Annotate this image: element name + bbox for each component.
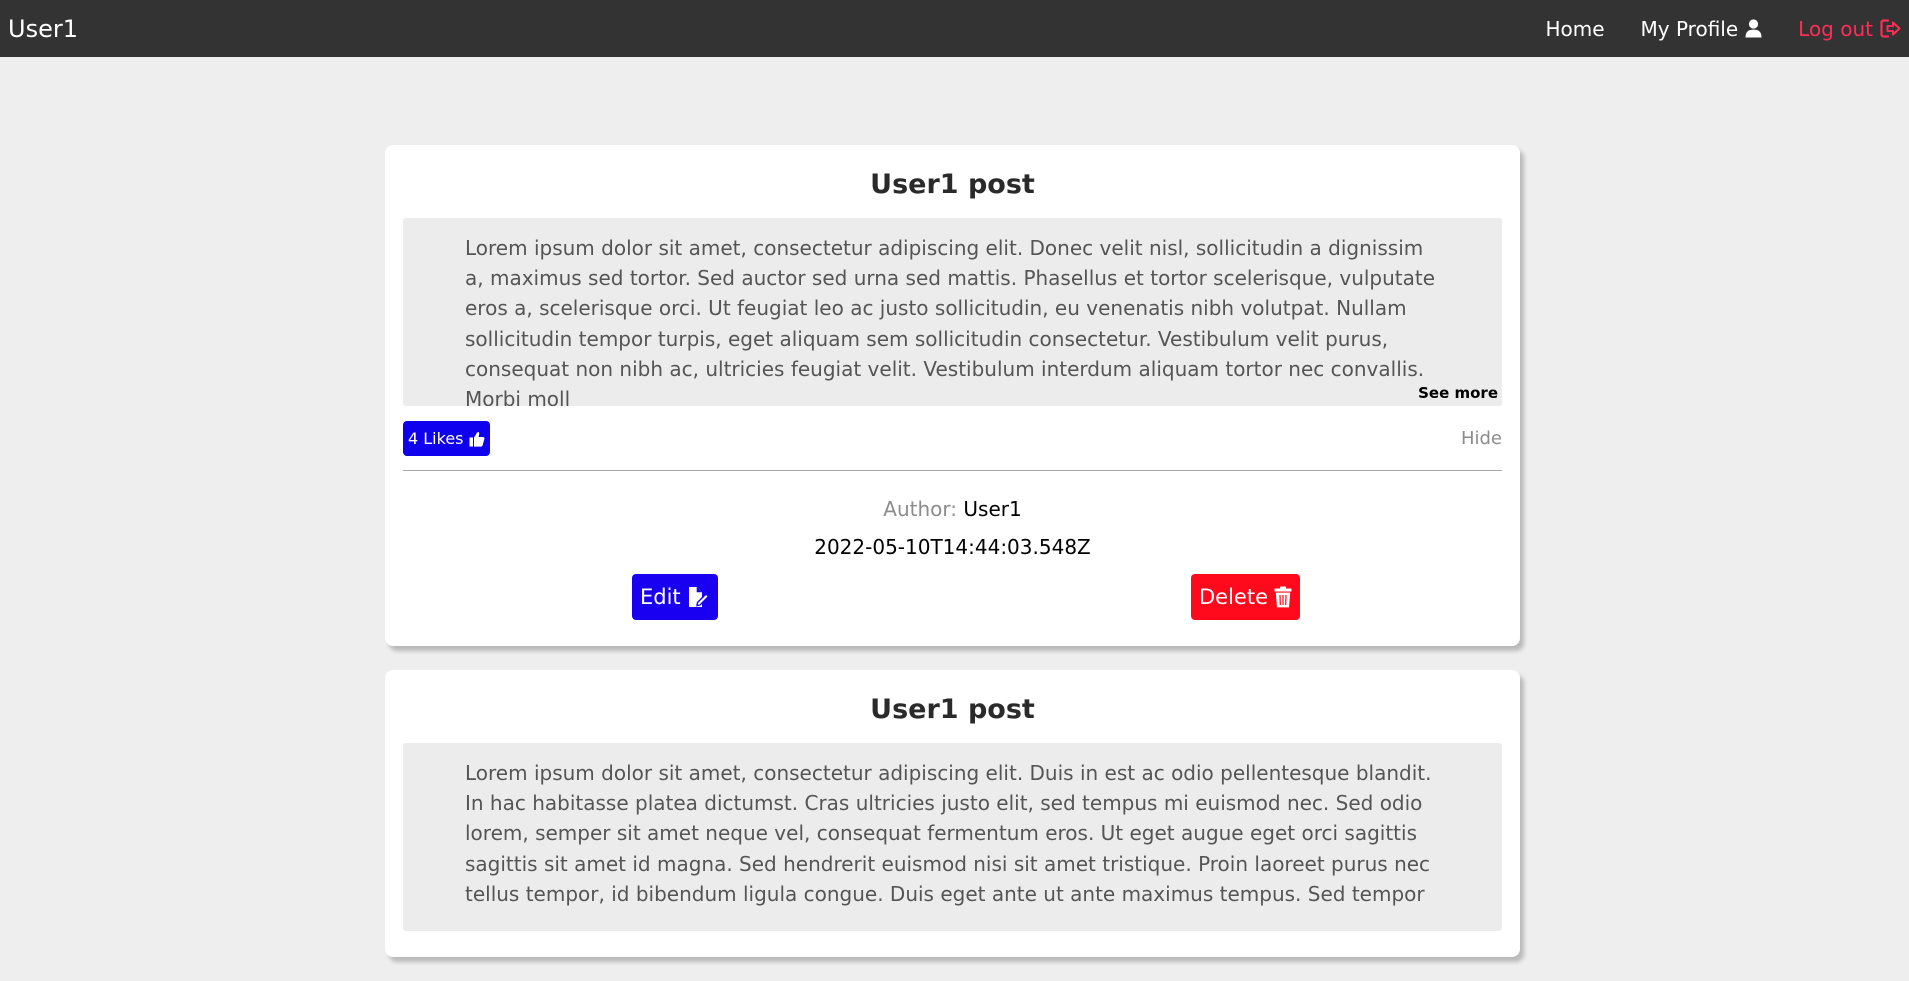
edit-button-label: Edit xyxy=(640,585,681,609)
edit-button[interactable]: Edit xyxy=(632,574,718,620)
post-title: User1 post xyxy=(403,171,1502,198)
nav-home-link[interactable]: Home xyxy=(1545,17,1604,41)
edit-file-icon xyxy=(687,586,710,608)
posts-feed: User1 post Lorem ipsum dolor sit amet, c… xyxy=(385,145,1520,981)
likes-button[interactable]: 4 Likes xyxy=(403,421,490,456)
trash-icon xyxy=(1274,586,1292,608)
author-name: User1 xyxy=(963,497,1021,521)
post-body: Lorem ipsum dolor sit amet, consectetur … xyxy=(403,743,1502,931)
see-more-link[interactable]: See more xyxy=(1412,384,1498,402)
hide-link[interactable]: Hide xyxy=(1461,428,1502,449)
nav-profile-link[interactable]: My Profile xyxy=(1641,17,1763,41)
thumbs-up-icon xyxy=(469,431,485,447)
nav-profile-label: My Profile xyxy=(1641,17,1739,41)
post-actions: Edit Delete xyxy=(403,574,1502,620)
post-body-text: Lorem ipsum dolor sit amet, consectetur … xyxy=(465,233,1440,406)
user-icon xyxy=(1745,19,1762,38)
nav-links: Home My Profile Log out xyxy=(1509,0,1901,57)
post-body: Lorem ipsum dolor sit amet, consectetur … xyxy=(403,218,1502,406)
post-author: Author: User1 xyxy=(403,499,1502,519)
logout-icon xyxy=(1880,19,1901,38)
post-body-text: Lorem ipsum dolor sit amet, consectetur … xyxy=(465,758,1440,909)
post-card: User1 post Lorem ipsum dolor sit amet, c… xyxy=(385,145,1520,646)
post-date: 2022-05-10T14:44:03.548Z xyxy=(403,537,1502,557)
nav-logout-link[interactable]: Log out xyxy=(1798,17,1901,41)
post-meta-row: 4 Likes Hide xyxy=(403,421,1502,471)
nav-logout-label: Log out xyxy=(1798,17,1873,41)
top-navbar: User1 Home My Profile Log out xyxy=(0,0,1909,57)
brand-username[interactable]: User1 xyxy=(8,17,78,41)
likes-count: 4 Likes xyxy=(408,429,464,448)
delete-button[interactable]: Delete xyxy=(1191,574,1300,620)
delete-button-label: Delete xyxy=(1199,585,1268,609)
author-label: Author: xyxy=(883,497,957,521)
post-card: User1 post Lorem ipsum dolor sit amet, c… xyxy=(385,670,1520,957)
nav-home-label: Home xyxy=(1545,17,1604,41)
post-title: User1 post xyxy=(403,696,1502,723)
